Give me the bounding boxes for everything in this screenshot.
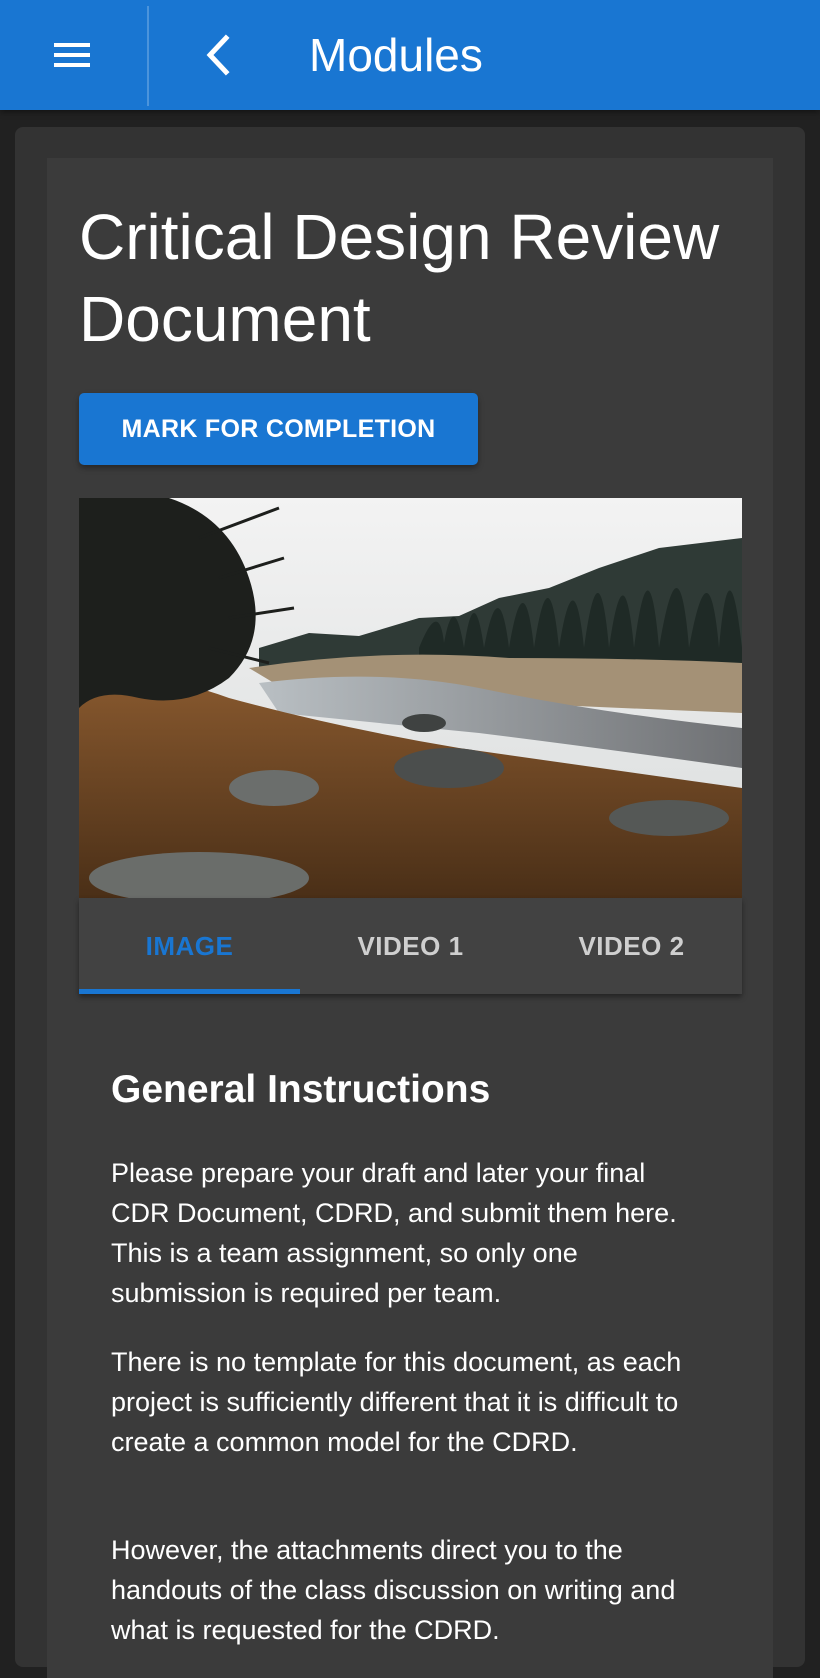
tab-video-2[interactable]: VIDEO 2	[521, 898, 742, 994]
tab-active-indicator	[79, 989, 300, 994]
tab-image[interactable]: IMAGE	[79, 898, 300, 994]
mark-for-completion-button[interactable]: MARK FOR COMPLETION	[79, 393, 478, 465]
chevron-left-icon	[206, 34, 230, 76]
instructions-paragraph: Please prepare your draft and later your…	[111, 1158, 677, 1308]
general-instructions-heading: General Instructions	[111, 1068, 491, 1111]
instructions-paragraph: There is no template for this document, …	[111, 1347, 682, 1457]
back-button[interactable]	[188, 24, 248, 86]
app-bar-title: Modules	[309, 29, 483, 81]
module-image	[79, 498, 742, 898]
app-bar: Modules	[0, 0, 820, 110]
menu-button[interactable]	[38, 30, 106, 80]
app-bar-divider	[147, 6, 149, 106]
tab-video-1[interactable]: VIDEO 1	[300, 898, 521, 994]
media-tabs: IMAGE VIDEO 1 VIDEO 2	[79, 898, 742, 994]
module-title: Critical Design Review Document	[79, 201, 720, 355]
hamburger-menu-icon	[38, 30, 106, 80]
instructions-paragraph: However, the attachments direct you to t…	[111, 1535, 676, 1645]
